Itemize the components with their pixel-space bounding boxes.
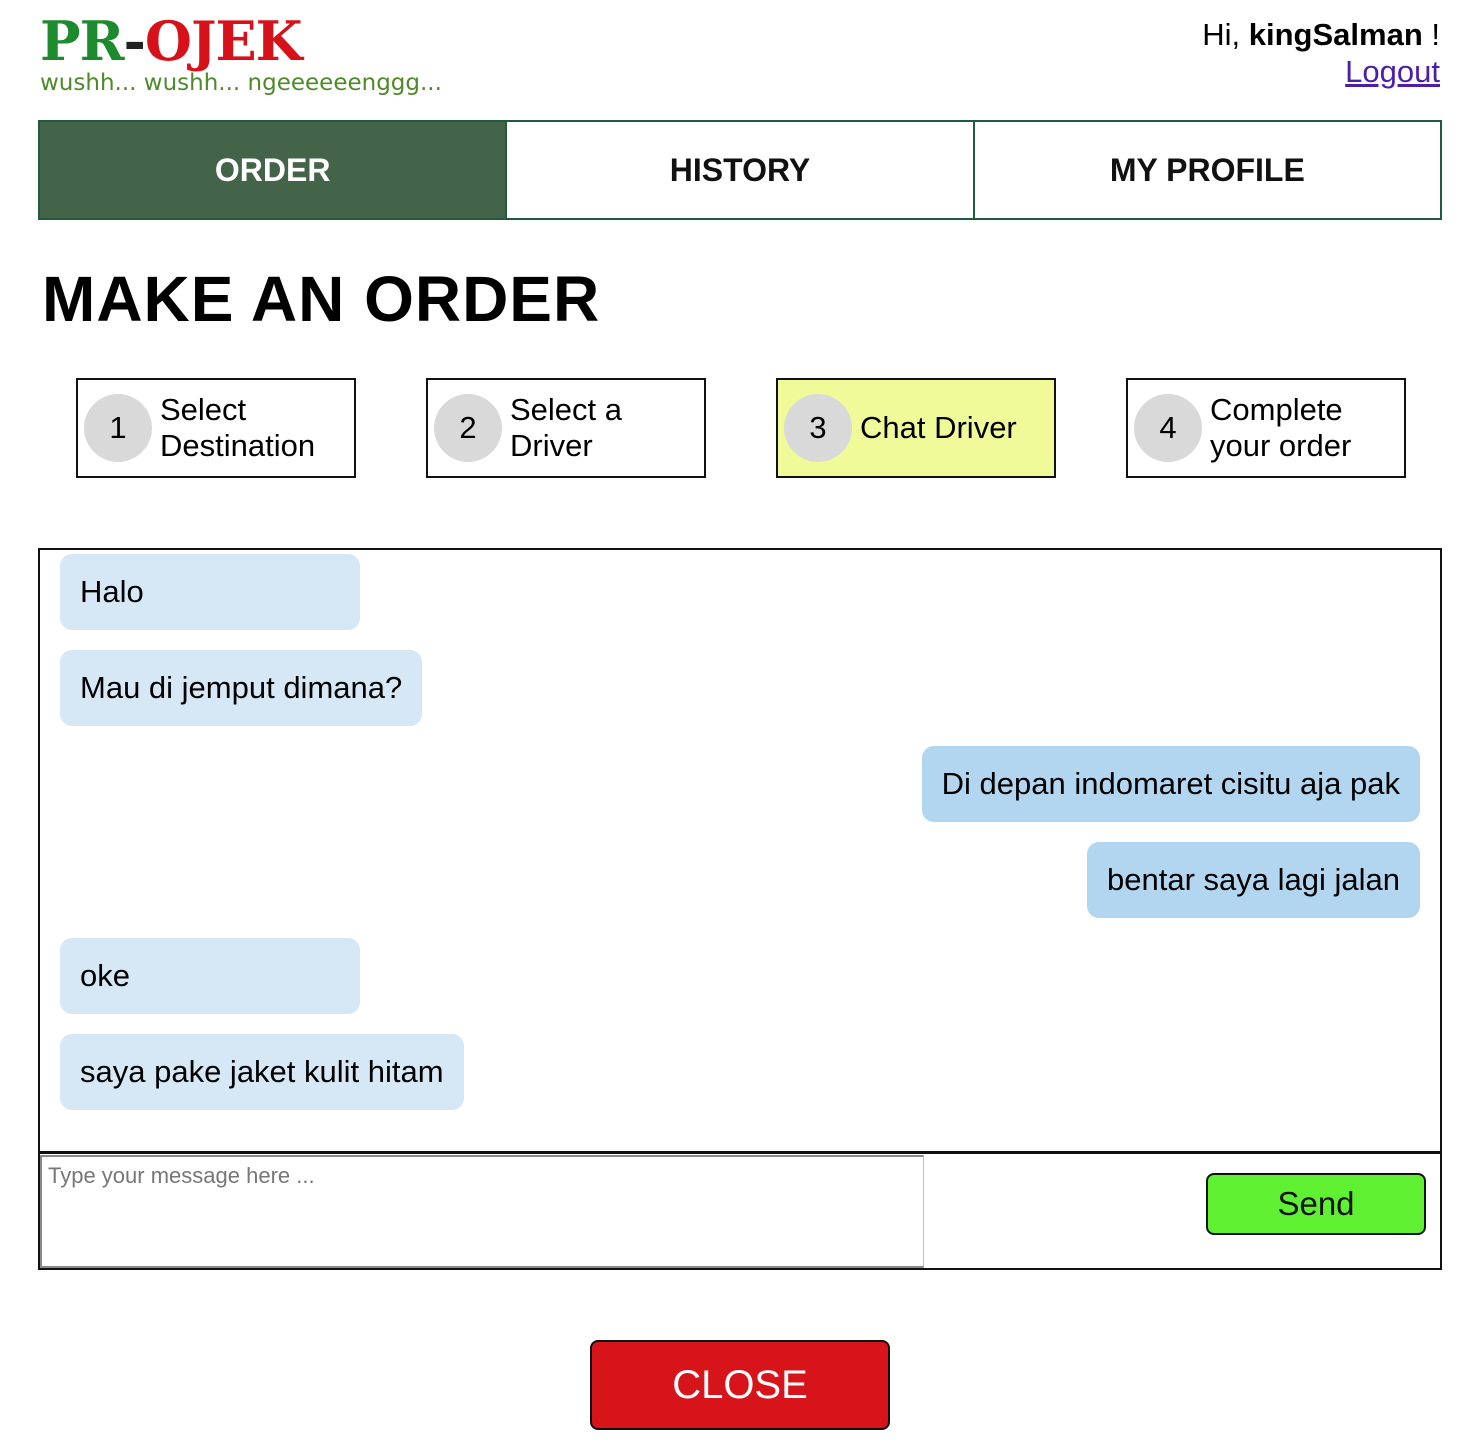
step-label: Select Destination [160, 392, 315, 464]
user-box: Hi, kingSalman ! Logout [1202, 16, 1440, 90]
chat-message-user: Di depan indomaret cisitu aja pak [921, 746, 1420, 822]
greeting-suffix: ! [1422, 17, 1440, 52]
step-label-line2: your order [1210, 428, 1352, 463]
logo: PR-OJEK wushh... wushh... ngeeeeeenggg..… [40, 10, 442, 96]
tab-my-profile[interactable]: MY PROFILE [972, 120, 1442, 220]
chat-message-driver: oke [60, 938, 360, 1014]
chat-message-driver: Mau di jemput dimana? [60, 650, 423, 726]
step-number: 2 [434, 394, 502, 462]
chat-message-driver: saya pake jaket kulit hitam [60, 1034, 464, 1110]
chat-message-user: bentar saya lagi jalan [1087, 842, 1420, 918]
step-chat-driver: 3 Chat Driver [776, 378, 1056, 478]
tab-order[interactable]: ORDER [38, 120, 508, 220]
chat-messages[interactable]: Halo Mau di jemput dimana? Di depan indo… [40, 550, 1440, 1152]
chat-divider [40, 1151, 1440, 1154]
step-select-driver: 2 Select a Driver [426, 378, 706, 478]
step-number: 1 [84, 394, 152, 462]
close-button[interactable]: CLOSE [590, 1340, 890, 1430]
username: kingSalman [1248, 17, 1423, 52]
page-title: MAKE AN ORDER [42, 263, 601, 335]
step-number: 4 [1134, 394, 1202, 462]
step-label-line2: Driver [510, 428, 593, 463]
tab-history[interactable]: HISTORY [505, 120, 975, 220]
logo-pr: PR [40, 9, 124, 73]
logo-tagline: wushh... wushh... ngeeeeeenggg... [40, 70, 442, 96]
greeting: Hi, kingSalman ! [1202, 16, 1440, 54]
step-complete-order: 4 Complete your order [1126, 378, 1406, 478]
main-nav: ORDER HISTORY MY PROFILE [38, 120, 1442, 220]
step-select-destination: 1 Select Destination [76, 378, 356, 478]
send-button[interactable]: Send [1206, 1173, 1426, 1235]
step-label: Select a Driver [510, 392, 622, 464]
greeting-prefix: Hi, [1202, 17, 1249, 52]
chat-box: Halo Mau di jemput dimana? Di depan indo… [38, 548, 1442, 1270]
logo-dash: - [123, 9, 145, 73]
step-label-line1: Select [160, 392, 247, 427]
order-steps: 1 Select Destination 2 Select a Driver 3 C… [76, 378, 1406, 478]
step-label-line1: Chat Driver [860, 410, 1017, 445]
chat-message-driver: Halo [60, 554, 360, 630]
step-number: 3 [784, 394, 852, 462]
logo-title: PR-OJEK [40, 10, 442, 72]
step-label-line1: Complete [1210, 392, 1343, 427]
step-label: Complete your order [1210, 392, 1351, 464]
step-label-line2: Destination [160, 428, 316, 463]
step-label: Chat Driver [860, 410, 1017, 446]
step-label-line1: Select a [510, 392, 623, 427]
logout-link[interactable]: Logout [1345, 54, 1440, 90]
logo-ojek: OJEK [144, 9, 303, 73]
message-input[interactable] [40, 1155, 924, 1268]
